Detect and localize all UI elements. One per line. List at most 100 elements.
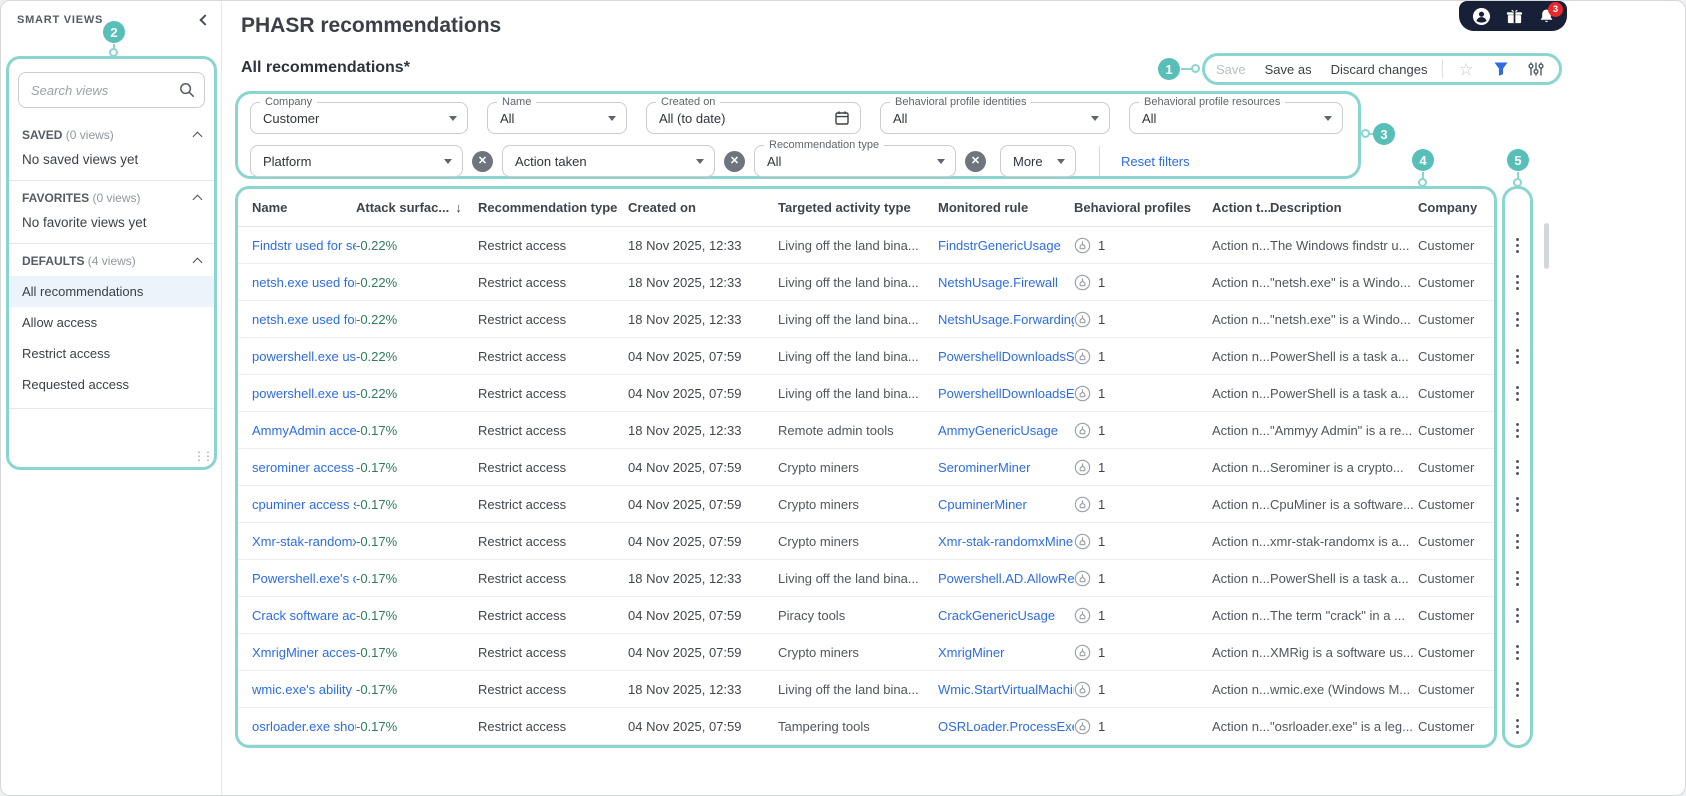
recommendation-name-link[interactable]: wmic.exe's ability <box>252 682 356 697</box>
monitored-rule-link[interactable]: CrackGenericUsage <box>938 608 1074 623</box>
sidebar-view-item[interactable]: Requested access <box>9 369 214 400</box>
recommendation-name-link[interactable]: netsh.exe used for <box>252 275 356 290</box>
monitored-rule-link[interactable]: Powershell.AD.AllowRev <box>938 571 1074 586</box>
column-header[interactable]: Name ↓ <box>252 200 356 215</box>
targeted-activity-cell: Remote admin tools <box>778 422 894 438</box>
chevron-up-icon[interactable] <box>192 131 203 142</box>
column-header[interactable]: Created on ↓ <box>628 200 778 215</box>
sidebar-view-item[interactable]: Restrict access <box>9 338 214 369</box>
recommendation-name-link[interactable]: powershell.exe us <box>252 349 356 364</box>
row-kebab-menu-icon[interactable] <box>1505 523 1530 560</box>
favorite-star-icon[interactable]: ☆ <box>1458 61 1473 78</box>
column-header[interactable]: Targeted activity type ↓ <box>778 200 938 215</box>
toolbar-divider <box>1442 60 1444 78</box>
row-kebab-menu-icon[interactable] <box>1505 560 1530 597</box>
column-header[interactable]: Action t... ↓ <box>1212 200 1270 215</box>
row-kebab-menu-icon[interactable] <box>1505 671 1530 708</box>
recommendation-name-link[interactable]: XmrigMiner access <box>252 645 356 660</box>
filter-select[interactable]: Recommendation type All <box>754 139 956 177</box>
behavioral-profile-icon <box>1074 644 1091 660</box>
monitored-rule-link[interactable]: CpuminerMiner <box>938 497 1074 512</box>
monitored-rule-link[interactable]: PowershellDownloadsEx <box>938 386 1074 401</box>
row-kebab-menu-icon[interactable] <box>1505 449 1530 486</box>
favorites-section-header[interactable]: FAVORITES (0 views) <box>9 181 214 211</box>
row-kebab-menu-icon[interactable] <box>1505 301 1530 338</box>
collapse-sidebar-icon[interactable] <box>199 14 211 26</box>
clear-filter-icon[interactable]: ✕ <box>965 150 986 172</box>
monitored-rule-link[interactable]: Xmr-stak-randomxMiner <box>938 534 1074 549</box>
row-kebab-menu-icon[interactable] <box>1505 486 1530 523</box>
user-account-icon[interactable] <box>1472 7 1491 26</box>
table-row: netsh.exe used for -0.22% Restrict acces… <box>238 264 1494 301</box>
filter-select[interactable]: Company Customer <box>250 96 468 134</box>
recommendation-name-link[interactable]: powershell.exe us <box>252 386 356 401</box>
column-header[interactable]: Description ↓ <box>1270 200 1418 215</box>
monitored-rule-link[interactable]: AmmyGenericUsage <box>938 423 1074 438</box>
recommendation-name-link[interactable]: Xmr-stak-randomx <box>252 534 356 549</box>
monitored-rule-link[interactable]: NetshUsage.Forwarding <box>938 312 1074 327</box>
monitored-rule-link[interactable]: Wmic.StartVirtualMachir <box>938 682 1074 697</box>
search-views-input[interactable] <box>18 72 205 108</box>
filter-select[interactable]: Behavioral profile resources All <box>1129 96 1343 134</box>
monitored-rule-link[interactable]: SerominerMiner <box>938 460 1074 475</box>
defaults-section-header[interactable]: DEFAULTS (4 views) <box>9 244 214 274</box>
recommendation-name-link[interactable]: cpuminer access s <box>252 497 356 512</box>
sidebar-view-item[interactable]: Allow access <box>9 307 214 338</box>
row-kebab-menu-icon[interactable] <box>1505 412 1530 449</box>
filter-select[interactable]: Created on All (to date) <box>646 96 861 134</box>
recommendation-name-link[interactable]: AmmyAdmin acce <box>252 423 356 438</box>
sidebar-view-item[interactable]: All recommendations <box>9 276 214 307</box>
gift-icon[interactable] <box>1506 8 1523 25</box>
more-filters-select[interactable]: More <box>1000 145 1076 177</box>
vertical-scrollbar-thumb[interactable] <box>1544 223 1549 269</box>
monitored-rule-link[interactable]: PowershellDownloadsSc <box>938 349 1074 364</box>
save-as-button[interactable]: Save as <box>1265 62 1312 77</box>
column-header[interactable]: Recommendation type ↓ <box>478 200 628 215</box>
discard-changes-button[interactable]: Discard changes <box>1331 62 1428 77</box>
action-taken-cell: Action n... <box>1212 237 1270 253</box>
filter-select[interactable]: Name All <box>487 96 627 134</box>
column-header[interactable]: Attack surfac... ↓ <box>356 200 478 215</box>
chevron-up-icon[interactable] <box>192 194 203 205</box>
clear-filter-icon[interactable]: ✕ <box>724 150 745 172</box>
filter-select[interactable]: Platform <box>250 145 463 177</box>
monitored-rule-link[interactable]: NetshUsage.Firewall <box>938 275 1074 290</box>
monitored-rule-link[interactable]: FindstrGenericUsage <box>938 238 1074 253</box>
monitored-rule-link[interactable]: OSRLoader.ProcessExec <box>938 719 1074 734</box>
column-header[interactable]: Behavioral profiles ↓ <box>1074 200 1212 215</box>
phasr-recommendations-page: SMART VIEWS SAVED (0 views) No saved vie… <box>0 0 1686 796</box>
table-row: serominer access -0.17% Restrict access … <box>238 449 1494 486</box>
view-item-label: All recommendations <box>22 284 144 299</box>
filter-funnel-icon[interactable] <box>1493 61 1509 77</box>
monitored-rule-link[interactable]: XmrigMiner <box>938 645 1074 660</box>
chevron-up-icon[interactable] <box>192 257 203 268</box>
recommendation-name-link[interactable]: serominer access <box>252 460 356 475</box>
behavioral-profile-icon <box>1074 496 1091 512</box>
row-kebab-menu-icon[interactable] <box>1505 264 1530 301</box>
saved-section-header[interactable]: SAVED (0 views) <box>9 118 214 148</box>
resize-handle-icon[interactable]: ⋮⋮ <box>193 449 214 463</box>
row-kebab-menu-icon[interactable] <box>1505 634 1530 671</box>
reset-filters-link[interactable]: Reset filters <box>1121 154 1190 169</box>
row-kebab-menu-icon[interactable] <box>1505 338 1530 375</box>
behavioral-profile-icon <box>1074 607 1091 623</box>
recommendation-name-link[interactable]: netsh.exe used for <box>252 312 356 327</box>
recommendation-name-link[interactable]: Crack software ac <box>252 608 356 623</box>
company-cell: Customer <box>1418 496 1475 512</box>
recommendation-name-link[interactable]: Powershell.exe's c <box>252 571 356 586</box>
targeted-activity-cell: Living off the land bina... <box>778 681 919 697</box>
clear-filter-icon[interactable]: ✕ <box>472 150 493 172</box>
row-kebab-menu-icon[interactable] <box>1505 227 1530 264</box>
row-kebab-menu-icon[interactable] <box>1505 708 1530 745</box>
row-kebab-menu-icon[interactable] <box>1505 597 1530 634</box>
filter-select[interactable]: Action taken <box>502 145 715 177</box>
filter-select[interactable]: Behavioral profile identities All <box>880 96 1110 134</box>
column-settings-sliders-icon[interactable] <box>1528 61 1544 77</box>
column-header[interactable]: Monitored rule ↓ <box>938 200 1074 215</box>
row-kebab-menu-icon[interactable] <box>1505 375 1530 412</box>
column-header[interactable]: Company ↓ <box>1418 200 1494 215</box>
recommendation-name-link[interactable]: osrloader.exe shou <box>252 719 356 734</box>
save-button[interactable]: Save <box>1216 62 1246 77</box>
recommendation-name-link[interactable]: Findstr used for se <box>252 238 356 253</box>
annotation-4: 4 <box>1412 149 1434 171</box>
